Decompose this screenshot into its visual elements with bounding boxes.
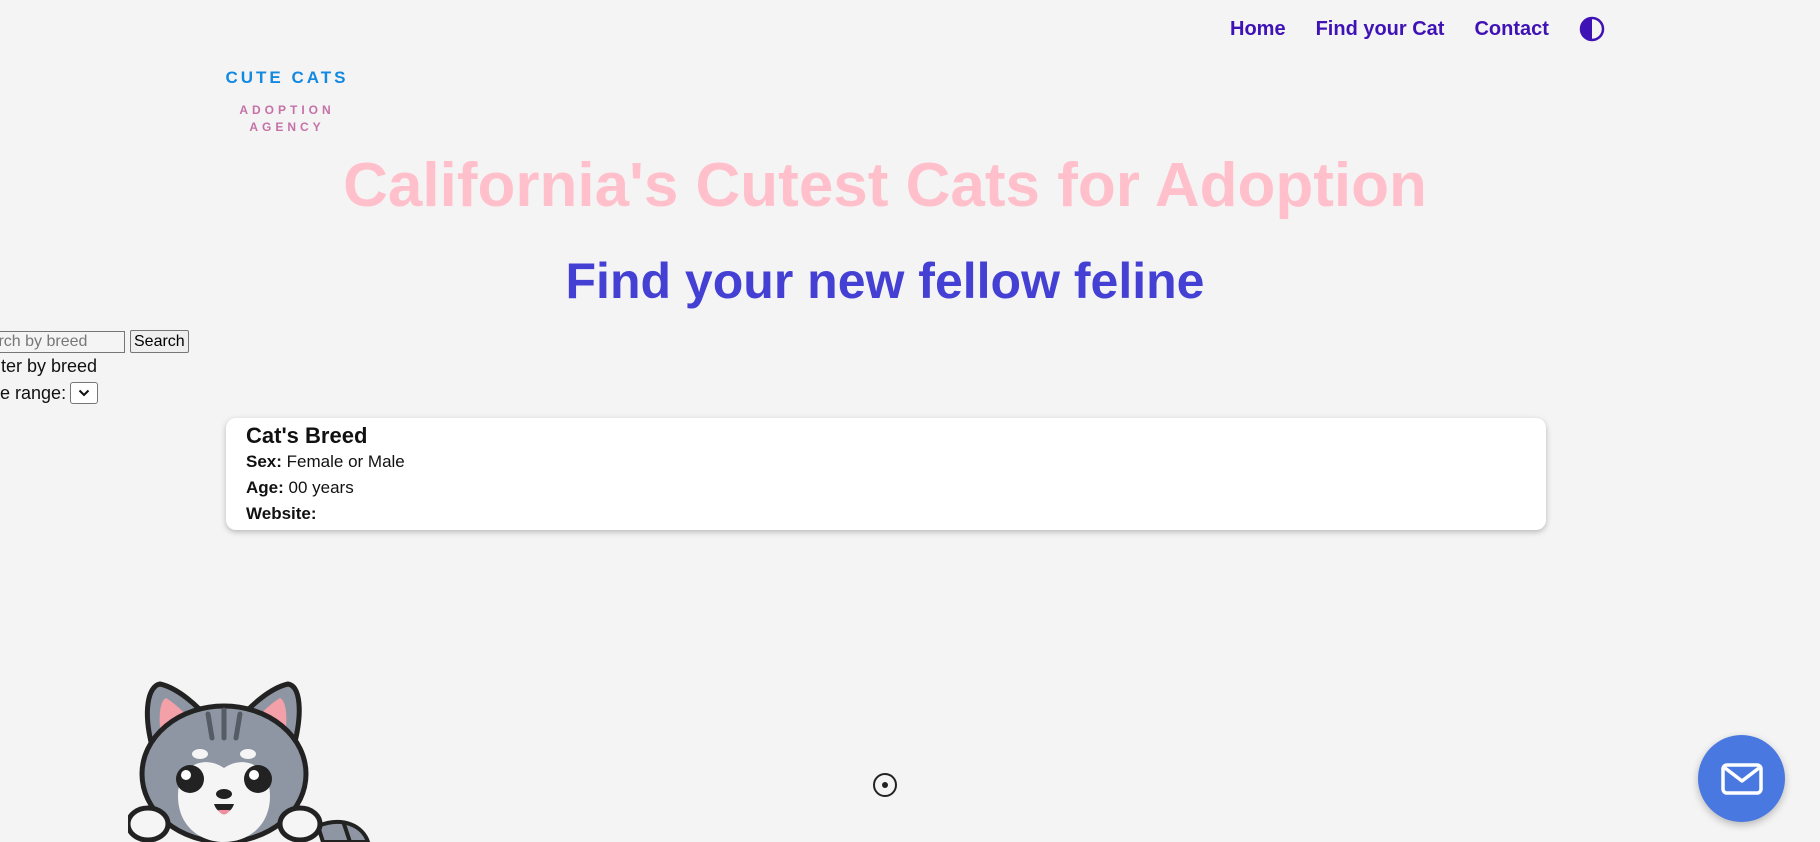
cat-breed-title: Cat's Breed <box>246 423 368 448</box>
cat-card: Cat's Breed Sex: Female or Male Age: 00 … <box>226 418 1546 530</box>
cat-sex: Sex: Female or Male <box>246 449 1526 475</box>
age-range-select[interactable] <box>70 382 99 404</box>
mail-icon <box>1720 762 1763 795</box>
record-icon[interactable] <box>872 772 898 798</box>
cat-age-value: 00 years <box>288 478 354 497</box>
search-bar: Search <box>0 330 189 353</box>
logo[interactable]: CUTE CATS ADOPTION AGENCY <box>222 68 352 136</box>
nav-link-find-your-cat[interactable]: Find your Cat <box>1316 18 1445 41</box>
main-nav: Home Find your Cat Contact <box>1230 16 1605 42</box>
logo-title: CUTE CATS <box>225 68 349 87</box>
age-range-label: Age range: <box>0 382 67 403</box>
page-title: California's Cutest Cats for Adoption <box>343 151 1427 220</box>
page-subtitle: Find your new fellow feline <box>565 253 1205 309</box>
cat-sex-label: Sex: <box>246 452 282 471</box>
cat-website-label: Website: <box>246 504 317 523</box>
search-button[interactable]: Search <box>130 330 189 353</box>
cat-website: Website: <box>246 501 1526 527</box>
search-input[interactable] <box>0 330 125 353</box>
nav-link-contact[interactable]: Contact <box>1474 18 1548 41</box>
cat-age-label: Age: <box>246 478 284 497</box>
cat-age: Age: 00 years <box>246 475 1526 501</box>
contrast-icon[interactable] <box>1579 16 1605 42</box>
filter-by-breed-label: Filter by breed <box>0 356 98 376</box>
logo-subtitle: ADOPTION AGENCY <box>239 103 335 134</box>
nav-link-home[interactable]: Home <box>1230 18 1286 41</box>
cat-mascot-illustration <box>128 681 371 842</box>
chevron-down-icon <box>78 389 90 397</box>
age-range-filter: Age range: <box>0 382 99 404</box>
contact-mail-button[interactable] <box>1698 735 1785 822</box>
cat-sex-value: Female or Male <box>286 452 405 471</box>
